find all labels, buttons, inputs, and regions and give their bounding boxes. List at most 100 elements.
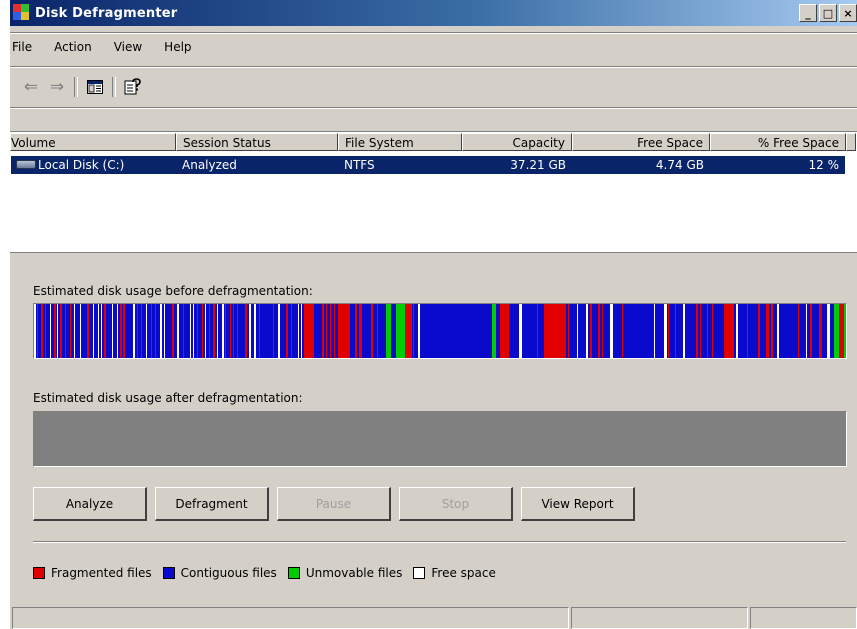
cluster-stripe — [245, 304, 247, 358]
cell-volume: Local Disk (C:) — [11, 156, 176, 174]
cluster-stripe — [537, 304, 538, 358]
cluster-stripe — [160, 304, 162, 358]
column-volume[interactable]: Volume — [10, 133, 176, 151]
cluster-stripe — [326, 304, 327, 358]
fragmented-block — [500, 304, 509, 358]
cluster-stripe — [155, 304, 156, 358]
stop-button[interactable]: Stop — [399, 487, 513, 521]
window-title: Disk Defragmenter — [35, 5, 178, 21]
cluster-stripe — [241, 304, 243, 358]
cluster-stripe — [747, 304, 748, 358]
cluster-stripe — [169, 304, 170, 358]
fragmentation-map — [34, 304, 846, 358]
defragment-button[interactable]: Defragment — [155, 487, 269, 521]
cluster-stripe — [371, 304, 373, 358]
cluster-stripe — [193, 304, 194, 358]
cluster-stripe — [295, 304, 297, 358]
cluster-stripe — [213, 304, 215, 358]
forward-arrow-icon[interactable]: ⇒ — [46, 76, 68, 98]
cluster-stripe — [146, 304, 147, 358]
cluster-stripe — [41, 304, 43, 358]
cluster-stripe — [137, 304, 138, 358]
column-filler — [846, 133, 856, 151]
cluster-stripe — [683, 304, 685, 358]
contiguous-block — [424, 304, 464, 358]
cluster-stripe — [205, 304, 206, 358]
cluster-stripe — [217, 304, 218, 358]
close-button[interactable]: × — [839, 4, 857, 22]
cluster-stripe — [598, 304, 600, 358]
table-row[interactable]: Local Disk (C:) Analyzed NTFS 37.21 GB 4… — [11, 156, 845, 174]
cluster-stripe — [60, 304, 62, 358]
analyze-button[interactable]: Analyze — [33, 487, 147, 521]
cluster-stripe — [34, 304, 36, 358]
cluster-stripe — [819, 304, 822, 358]
column-capacity[interactable]: Capacity — [462, 133, 572, 151]
cluster-stripe — [531, 304, 533, 358]
cluster-stripe — [355, 304, 357, 358]
cluster-stripe — [197, 304, 198, 358]
disk-defragmenter-window: Disk Defragmenter _ □ × File Action View… — [10, 0, 857, 629]
view-report-button[interactable]: View Report — [521, 487, 635, 521]
menu-bar: File Action View Help — [10, 38, 203, 56]
cluster-stripe — [301, 304, 302, 358]
cluster-stripe — [259, 304, 260, 358]
column-session-status[interactable]: Session Status — [176, 133, 338, 151]
pause-button[interactable]: Pause — [277, 487, 391, 521]
show-hide-console-tree-icon[interactable] — [84, 76, 106, 98]
cluster-stripe — [664, 304, 667, 358]
cluster-stripe — [164, 304, 165, 358]
cell-free-space: 4.74 GB — [572, 156, 710, 174]
minimize-button[interactable]: _ — [799, 4, 817, 22]
cluster-stripe — [120, 304, 122, 358]
cluster-stripe — [268, 304, 270, 358]
cluster-stripe — [222, 304, 224, 358]
help-icon[interactable] — [122, 76, 144, 98]
legend-contiguous-label: Contiguous files — [180, 566, 277, 580]
menu-file[interactable]: File — [10, 40, 43, 54]
cluster-stripe — [707, 304, 708, 358]
before-usage-map — [33, 303, 847, 359]
cell-pct-free-space: 12 % — [710, 156, 845, 174]
legend-free-space-label: Free space — [431, 566, 496, 580]
column-pct-free-space[interactable]: % Free Space — [710, 133, 846, 151]
title-buttons: _ □ × — [799, 4, 857, 22]
back-arrow-icon[interactable]: ⇐ — [20, 76, 42, 98]
menu-help[interactable]: Help — [153, 40, 202, 54]
cluster-stripe — [314, 304, 316, 358]
cluster-stripe — [810, 304, 812, 358]
cluster-stripe — [771, 304, 773, 358]
cluster-stripe — [117, 304, 118, 358]
cluster-stripe — [45, 304, 46, 358]
cluster-stripe — [264, 304, 266, 358]
cluster-stripe — [93, 304, 94, 358]
cluster-stripe — [128, 304, 130, 358]
cluster-stripe — [190, 304, 191, 358]
cluster-stripe — [77, 304, 78, 358]
cluster-stripe — [70, 304, 71, 358]
cluster-stripe — [298, 304, 299, 358]
status-pane-3 — [750, 607, 857, 629]
cluster-stripe — [322, 304, 324, 358]
column-free-space[interactable]: Free Space — [572, 133, 710, 151]
cluster-stripe — [87, 304, 89, 358]
cluster-stripe — [104, 304, 106, 358]
toolbar-top-divider — [10, 66, 857, 68]
maximize-button[interactable]: □ — [819, 4, 837, 22]
menu-action[interactable]: Action — [43, 40, 103, 54]
cluster-stripe — [230, 304, 231, 358]
menu-view[interactable]: View — [103, 40, 153, 54]
volume-list[interactable]: Volume Session Status File System Capaci… — [10, 131, 857, 253]
cluster-stripe — [675, 304, 676, 358]
contiguous-block — [464, 304, 486, 358]
title-bar[interactable]: Disk Defragmenter _ □ × — [10, 0, 857, 26]
cell-session-status: Analyzed — [176, 156, 338, 174]
after-usage-label: Estimated disk usage after defragmentati… — [33, 391, 303, 405]
column-file-system[interactable]: File System — [338, 133, 462, 151]
legend: Fragmented files Contiguous files Unmova… — [33, 565, 507, 581]
legend-unmovable: Unmovable files — [287, 566, 402, 580]
contiguous-block — [779, 304, 794, 358]
cluster-stripe — [151, 304, 152, 358]
cluster-stripe — [577, 304, 578, 358]
cluster-stripe — [141, 304, 142, 358]
